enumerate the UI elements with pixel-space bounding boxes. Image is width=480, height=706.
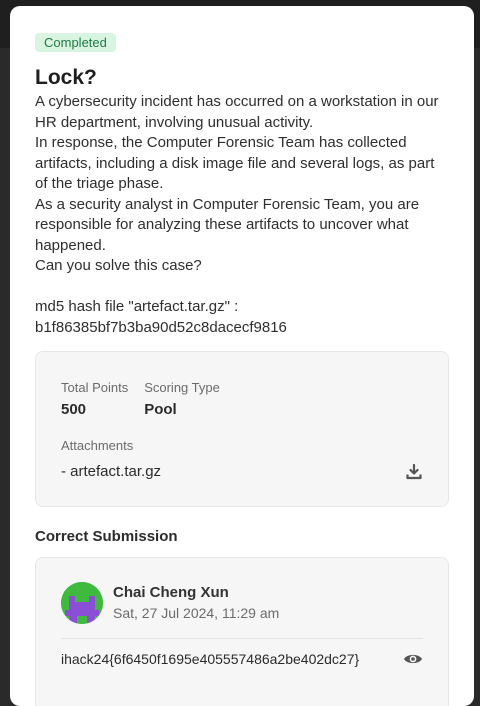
description-paragraph: As a security analyst in Computer Forens…	[35, 195, 420, 254]
attachment-row: - artefact.tar.gz	[61, 461, 423, 483]
description-paragraph: In response, the Computer Forensic Team …	[35, 134, 435, 192]
hash-value: b1f86385bf7b3ba90d52c8dacecf9816	[35, 318, 287, 336]
scoring-type-label: Scoring Type	[144, 380, 220, 395]
challenge-description: A cybersecurity incident has occurred on…	[35, 92, 449, 338]
submission-timestamp: Sat, 27 Jul 2024, 11:29 am	[113, 605, 280, 621]
description-paragraph: A cybersecurity incident has occurred on…	[35, 93, 439, 131]
total-points-label: Total Points	[61, 380, 129, 395]
attachment-file-link[interactable]: - artefact.tar.gz	[61, 461, 161, 483]
eye-icon[interactable]	[403, 649, 423, 669]
submitter-name[interactable]: Chai Cheng Xun	[113, 583, 279, 603]
download-icon[interactable]	[405, 463, 423, 481]
stats-row: Total Points 500 Scoring Type Pool	[61, 379, 423, 421]
total-points: Total Points 500	[61, 379, 128, 421]
correct-submission-heading: Correct Submission	[35, 528, 178, 545]
scoring-type-value: Pool	[144, 401, 177, 418]
hash-label: md5 hash file "artefact.tar.gz" :	[35, 298, 239, 315]
description-paragraph: Can you solve this case?	[35, 257, 202, 274]
attachments-label: Attachments	[61, 438, 134, 453]
submission-card: Chai Cheng Xun Sat, 27 Jul 2024, 11:29 a…	[35, 557, 449, 706]
submitted-flag: ihack24{6f6450f1695e405557486a2be402dc27…	[61, 651, 360, 667]
challenge-modal: Completed Lock? A cybersecurity incident…	[10, 6, 474, 706]
total-points-value: 500	[61, 401, 87, 418]
avatar	[61, 582, 103, 624]
challenge-info-card: Total Points 500 Scoring Type Pool Attac…	[35, 351, 449, 507]
submitter-row: Chai Cheng Xun Sat, 27 Jul 2024, 11:29 a…	[61, 582, 423, 624]
flag-row: ihack24{6f6450f1695e405557486a2be402dc27…	[61, 649, 423, 669]
challenge-title: Lock?	[35, 66, 97, 89]
scoring-type: Scoring Type Pool	[144, 379, 220, 421]
status-badge: Completed	[35, 33, 116, 52]
divider	[61, 638, 423, 639]
